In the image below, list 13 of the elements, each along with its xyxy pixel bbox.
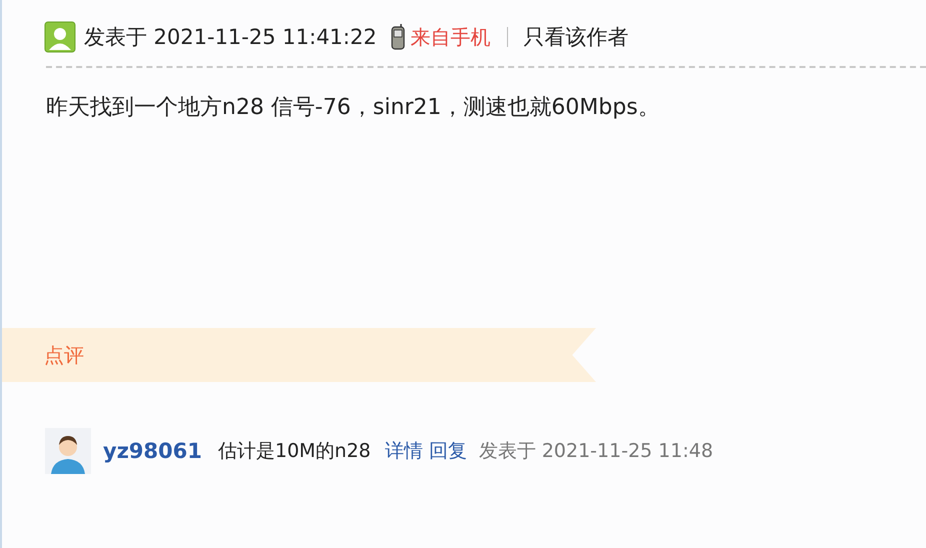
avatar — [45, 428, 91, 474]
reply-link[interactable]: 回复 — [428, 438, 467, 464]
mobile-phone-icon — [390, 24, 405, 50]
post-date: 发表于 2021-11-25 11:41:22 — [84, 24, 377, 51]
detail-link[interactable]: 详情 — [384, 438, 423, 464]
comments-title: 点评 — [44, 342, 84, 368]
comment-time: 发表于 2021-11-25 11:48 — [478, 439, 714, 464]
user-icon — [44, 21, 76, 53]
author-only-link[interactable]: 只看该作者 — [524, 23, 629, 51]
comment-text: 估计是10M的n28 — [218, 439, 371, 464]
post-source: 来自手机 — [410, 24, 491, 50]
username-link[interactable]: yz98061 — [103, 439, 202, 463]
post-text: 昨天找到一个地方n28 信号-76，sinr21，测速也就60Mbps。 — [46, 94, 661, 122]
